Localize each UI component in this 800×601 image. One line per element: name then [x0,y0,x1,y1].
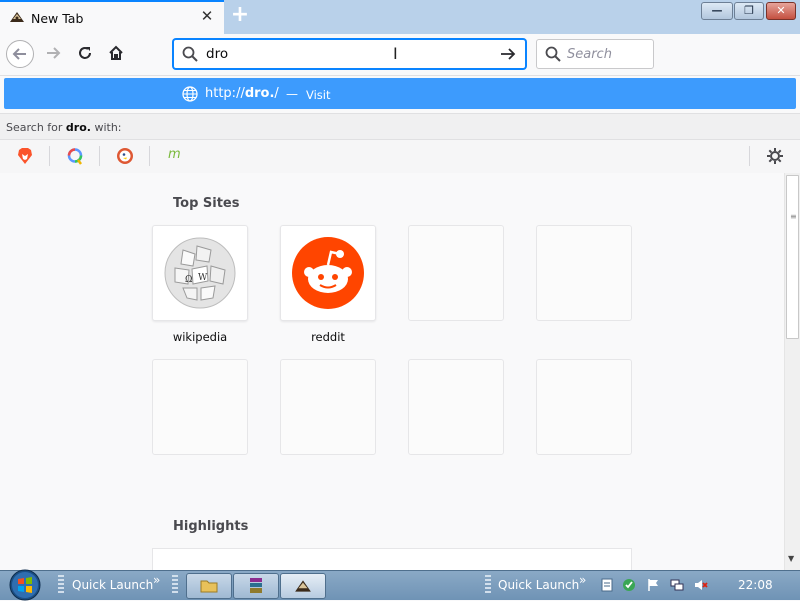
top-site-tile-reddit[interactable] [280,225,376,321]
system-clock[interactable]: 22:08 [738,578,773,592]
scroll-down-arrow-icon[interactable]: ▼ [788,554,794,563]
top-site-tile-empty[interactable] [152,359,248,455]
minimize-icon: — [711,4,723,17]
engine-separator [49,146,50,166]
chevron-icon[interactable]: » [579,573,586,587]
duckduckgo-icon[interactable] [116,147,134,165]
winrar-icon [250,578,262,593]
engine-separator [749,146,750,166]
top-site-tile-empty[interactable] [408,225,504,321]
minimize-button[interactable]: — [701,2,733,20]
top-site-tile-empty[interactable] [536,359,632,455]
arrow-right-icon [47,47,61,59]
home-button[interactable] [103,40,131,68]
toolbar-grip[interactable] [58,575,64,595]
top-sites-heading: Top Sites [173,196,240,211]
top-site-tile-empty[interactable] [408,359,504,455]
search-placeholder: Search [567,47,612,62]
new-tab-button[interactable]: + [229,4,251,27]
globe-icon [182,86,198,102]
windows-taskbar: Quick Launch » Quick Launch » 22:08 [0,569,800,601]
tab-new-tab[interactable]: New Tab ✕ [0,0,224,34]
vertical-scrollbar[interactable]: ≡ ▼ [784,173,800,570]
go-arrow-icon[interactable] [499,46,517,62]
scrollbar-grip-icon: ≡ [790,212,797,221]
svg-text:W: W [198,273,208,283]
search-for-row: Search for dro. with: [0,113,800,140]
scrollbar-thumb[interactable]: ≡ [786,175,799,339]
top-site-tile-empty[interactable] [280,359,376,455]
url-bar[interactable]: dro I [173,39,526,69]
browser-favicon-icon [10,12,24,22]
document-tray-icon[interactable] [600,578,614,592]
taskbar-explorer-button[interactable] [186,573,232,599]
search-icon [182,46,198,62]
close-window-button[interactable]: ✕ [766,2,796,20]
maximize-button[interactable]: ❐ [734,2,764,20]
back-button[interactable] [6,40,34,68]
reddit-alien-icon [292,237,364,309]
security-check-icon[interactable] [622,578,636,592]
suggestion-action: Visit [306,88,331,102]
suggestion-url: http://dro./ [205,86,279,101]
taskbar-browser-button[interactable] [280,573,326,599]
tab-title: New Tab [31,11,84,26]
taskbar-archive-button[interactable] [233,573,279,599]
home-icon [109,45,123,60]
gear-icon[interactable] [766,147,784,165]
volume-muted-icon[interactable] [694,578,708,592]
network-icon[interactable] [670,578,684,592]
top-site-label: reddit [311,330,345,344]
browser-favicon-icon [295,580,311,592]
toolbar-grip[interactable] [485,575,491,595]
top-site-tile-empty[interactable] [536,225,632,321]
one-off-search-engines: m [0,139,800,174]
quick-launch-label: Quick Launch [72,578,154,592]
url-input[interactable]: dro [206,46,228,62]
search-for-label: Search for dro. with: [6,121,122,134]
top-site-tile-wikipedia[interactable]: Ω W [152,225,248,321]
search-icon [545,46,561,62]
svg-text:Ω: Ω [185,275,192,285]
top-site-label: wikipedia [172,330,228,344]
chevron-icon[interactable]: » [153,573,160,587]
wikipedia-globe-icon: Ω W [164,237,236,309]
mojeek-icon[interactable]: m [168,147,181,162]
engine-separator [149,146,150,166]
suggestion-separator: — [286,87,298,101]
toolbar-grip[interactable] [172,575,178,595]
new-tab-page: Top Sites Ω W wikipedia reddit Highlight… [0,173,784,578]
reload-icon [79,47,91,59]
url-suggestion-row[interactable]: http://dro./ — Visit [4,78,796,109]
forward-button[interactable] [40,40,68,68]
folder-icon [200,580,218,593]
tab-close-icon[interactable]: ✕ [200,9,214,24]
qwant-icon[interactable] [66,147,84,165]
search-input[interactable]: Search [536,39,654,69]
engine-separator [99,146,100,166]
brave-lion-icon[interactable] [16,147,34,165]
arrow-left-icon [12,48,26,60]
reload-button[interactable] [72,40,100,68]
quick-launch-label: Quick Launch [498,578,580,592]
close-icon: ✕ [776,4,786,17]
action-center-flag-icon[interactable] [646,578,660,592]
highlights-heading: Highlights [173,519,249,534]
text-cursor-icon: I [393,44,398,63]
maximize-icon: ❐ [744,4,754,17]
start-button[interactable] [6,569,44,601]
